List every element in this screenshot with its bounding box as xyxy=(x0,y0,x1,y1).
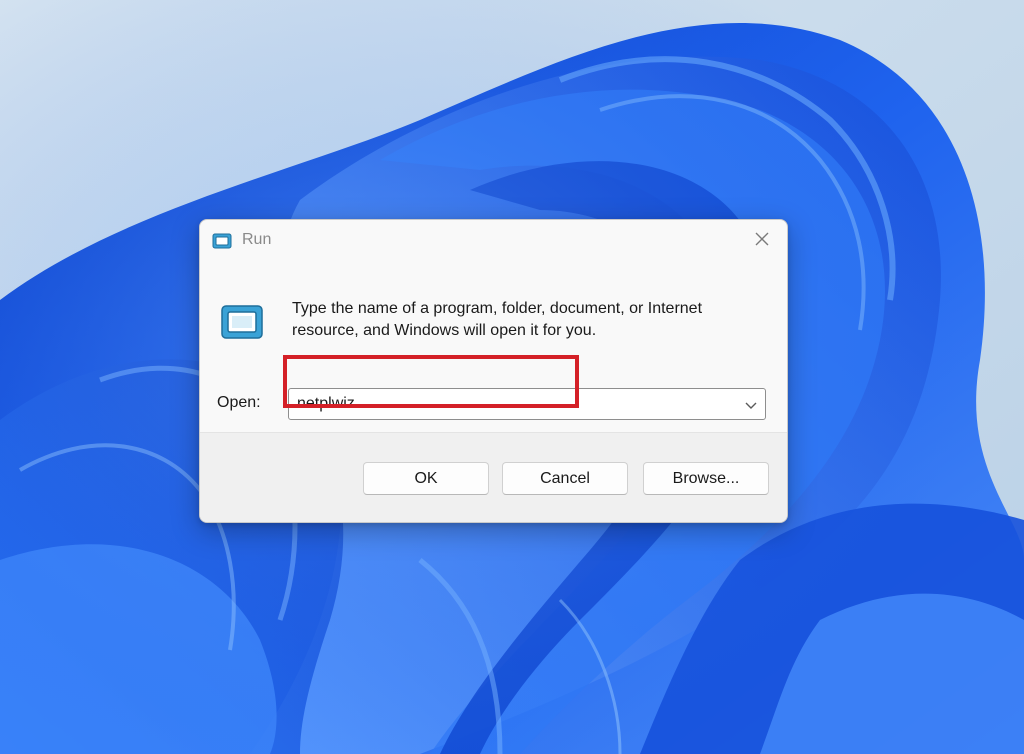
run-app-icon xyxy=(220,304,264,340)
dialog-description: Type the name of a program, folder, docu… xyxy=(292,300,703,339)
open-label: Open: xyxy=(217,394,261,411)
close-button[interactable] xyxy=(745,226,779,256)
ok-button[interactable]: OK xyxy=(363,462,489,495)
title-bar[interactable]: Run xyxy=(200,220,787,264)
dialog-footer: OK Cancel Browse... xyxy=(200,432,787,522)
open-combobox[interactable] xyxy=(288,388,766,420)
close-icon xyxy=(754,231,770,251)
chevron-down-icon[interactable] xyxy=(743,397,759,413)
cancel-button-label: Cancel xyxy=(540,469,590,487)
run-dialog: Run Type the name of a program, folder, … xyxy=(199,219,788,523)
open-input[interactable] xyxy=(289,389,737,419)
cancel-button[interactable]: Cancel xyxy=(502,462,628,495)
dialog-content: Type the name of a program, folder, docu… xyxy=(200,264,787,432)
browse-button[interactable]: Browse... xyxy=(643,462,769,495)
ok-button-label: OK xyxy=(414,469,438,487)
run-app-icon xyxy=(212,233,232,249)
dialog-title: Run xyxy=(242,231,272,248)
browse-button-label: Browse... xyxy=(672,469,740,487)
